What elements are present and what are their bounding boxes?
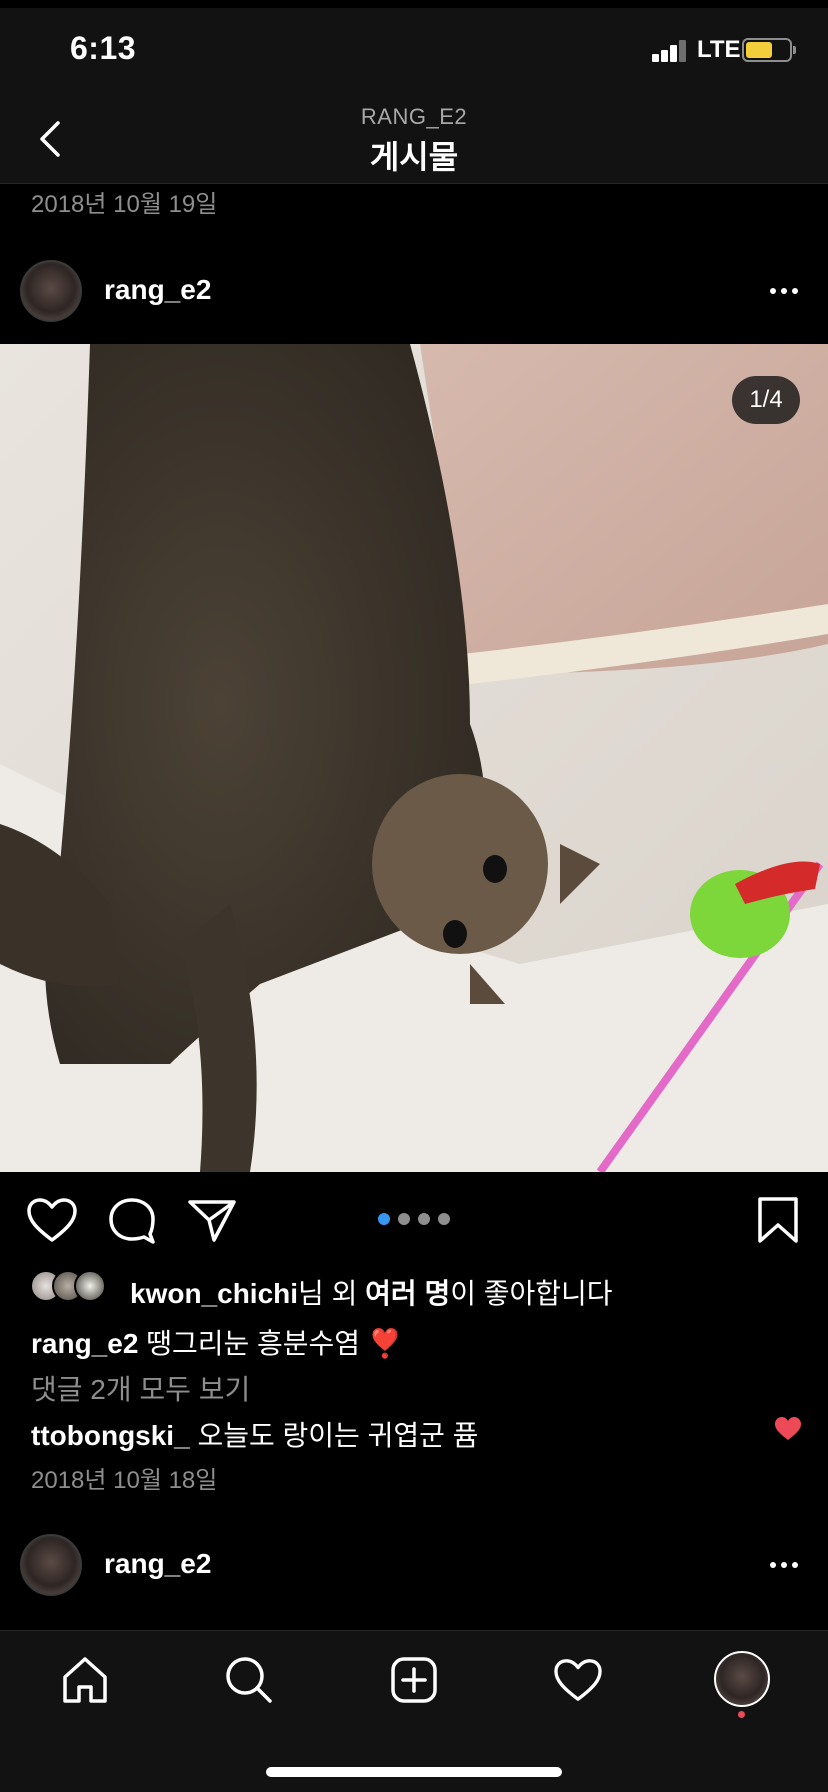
view-all-comments-link[interactable]: 댓글 2개 모두 보기 — [31, 1368, 250, 1408]
more-options-button[interactable] — [768, 276, 800, 306]
tab-home[interactable] — [58, 1653, 112, 1707]
comment-button[interactable] — [106, 1196, 158, 1244]
battery-icon — [742, 38, 792, 62]
next-post-author-row: rang_e2 — [0, 1520, 828, 1610]
carousel-indicator — [378, 1213, 450, 1225]
status-bar: 6:13 LTE — [0, 8, 828, 94]
status-time: 6:13 — [70, 30, 137, 66]
image-counter: 1/4 — [732, 376, 800, 424]
liked-by-suffix-2: 이 좋아합니다 — [450, 1278, 613, 1309]
save-button[interactable] — [752, 1196, 804, 1244]
network-label: LTE — [697, 36, 741, 63]
comment-like-button[interactable] — [774, 1416, 802, 1442]
like-button[interactable] — [26, 1196, 78, 1244]
home-icon — [63, 1657, 107, 1703]
liked-by-text: kwon_chichi님 외 여러 명이 좋아합니다 — [130, 1272, 613, 1312]
avatar[interactable] — [20, 1534, 82, 1596]
more-options-button[interactable] — [768, 1550, 800, 1580]
post-username[interactable]: rang_e2 — [104, 274, 211, 306]
heart-filled-icon — [775, 1417, 801, 1440]
liker-avatar — [74, 1270, 106, 1302]
comment-username[interactable]: ttobongski_ — [31, 1420, 190, 1451]
comment-icon — [109, 1198, 155, 1244]
avatar[interactable] — [20, 260, 82, 322]
post-caption: rang_e2 땡그리눈 흥분수염 ❣️ — [31, 1322, 403, 1362]
comment-text: 오늘도 랑이는 귀엽군 퓸 — [189, 1420, 479, 1451]
post-photo[interactable] — [0, 344, 828, 1172]
tab-new-post[interactable] — [387, 1653, 441, 1707]
comment-row: ttobongski_ 오늘도 랑이는 귀엽군 퓸 — [31, 1414, 478, 1454]
caption-username[interactable]: rang_e2 — [31, 1328, 138, 1359]
post-header-bar: RANG_E2 게시물 — [0, 94, 828, 184]
share-button[interactable] — [186, 1196, 238, 1244]
caption-text: 땡그리눈 흥분수염 ❣️ — [138, 1328, 403, 1359]
liked-by-others[interactable]: 여러 명 — [365, 1278, 450, 1309]
signal-icon — [652, 40, 686, 62]
home-indicator — [266, 1767, 562, 1777]
liked-by-row[interactable]: kwon_chichi님 외 여러 명이 좋아합니다 — [30, 1266, 820, 1309]
battery-cap — [793, 46, 796, 54]
new-post-icon — [391, 1657, 437, 1703]
tab-search[interactable] — [222, 1653, 276, 1707]
page-title: 게시물 — [369, 139, 459, 175]
post-author-row: rang_e2 — [0, 246, 828, 336]
top-strip — [0, 0, 828, 8]
heart-icon — [27, 1198, 77, 1242]
send-icon — [188, 1200, 236, 1242]
tab-activity[interactable] — [551, 1653, 605, 1707]
post-date: 2018년 10월 18일 — [31, 1467, 218, 1494]
tab-profile-avatar[interactable] — [714, 1651, 770, 1707]
liker-username[interactable]: kwon_chichi — [130, 1278, 298, 1309]
next-post-username[interactable]: rang_e2 — [104, 1548, 211, 1580]
liked-by-suffix: 님 외 — [298, 1278, 366, 1309]
header-subtitle: RANG_E2 — [360, 104, 468, 129]
notification-dot — [738, 1711, 745, 1718]
bookmark-icon — [758, 1197, 798, 1243]
bottom-tab-bar — [0, 1630, 828, 1792]
cat-photo-image — [0, 344, 828, 1172]
activity-heart-icon — [554, 1659, 602, 1701]
search-icon — [226, 1657, 272, 1703]
previous-post-date: 2018년 10월 19일 — [31, 191, 218, 218]
